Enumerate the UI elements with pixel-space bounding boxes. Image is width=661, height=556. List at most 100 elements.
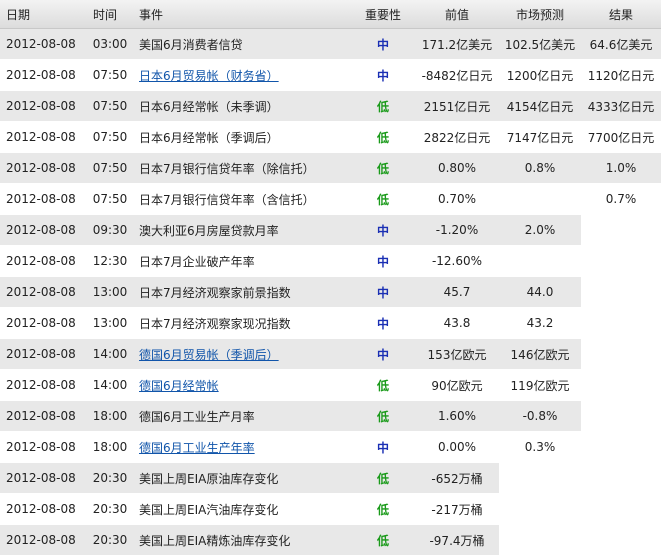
row-time: 07:50: [87, 122, 133, 153]
row-time: 12:30: [87, 246, 133, 277]
row-importance: 中: [351, 339, 415, 370]
economic-calendar: 日期 时间 事件 重要性 前值 市场预测 结果 2012-08-08 03:00 美…: [0, 0, 661, 556]
row-date: 2012-08-08: [0, 277, 87, 308]
event-link[interactable]: 德国6月工业生产年率: [139, 441, 255, 455]
header-date: 日期: [0, 0, 87, 29]
table-row: 2012-08-08 07:50 日本6月贸易帐（财务省） 中 -8482亿日元 1200…: [0, 60, 661, 91]
importance-badge: 低: [376, 502, 389, 517]
row-forecast: [499, 463, 581, 494]
row-event: 美国上周EIA汽油库存变化: [133, 494, 351, 525]
event-label: 日本7月经济观察家现况指数: [139, 316, 291, 331]
header-event: 事件: [133, 0, 351, 29]
event-label: 日本6月经常帐（季调后）: [139, 130, 279, 145]
row-time: 13:00: [87, 308, 133, 339]
row-date: 2012-08-08: [0, 370, 87, 401]
row-previous: 0.70%: [415, 184, 499, 215]
row-importance: 低: [351, 370, 415, 401]
row-time: 07:50: [87, 184, 133, 215]
row-forecast: [499, 494, 581, 525]
event-label: 日本6月经常帐（未季调）: [139, 99, 279, 114]
row-event: 日本7月银行信贷年率（含信托）: [133, 184, 351, 215]
event-link[interactable]: 德国6月贸易帐（季调后）: [139, 348, 279, 362]
table-row: 2012-08-08 14:00 德国6月经常帐 低 90亿欧元 119亿欧元: [0, 370, 661, 401]
row-time: 20:30: [87, 525, 133, 556]
row-event: 日本6月经常帐（未季调）: [133, 91, 351, 122]
row-event: 美国上周EIA原油库存变化: [133, 463, 351, 494]
table-row: 2012-08-08 14:00 德国6月贸易帐（季调后） 中 153亿欧元 146亿欧元: [0, 339, 661, 370]
table-row: 2012-08-08 18:00 德国6月工业生产月率 低 1.60% -0.8%: [0, 401, 661, 432]
row-forecast: 1200亿日元: [499, 60, 581, 91]
row-event: 日本6月经常帐（季调后）: [133, 122, 351, 153]
row-importance: 中: [351, 308, 415, 339]
row-result: 1.0%: [581, 153, 661, 184]
row-date: 2012-08-08: [0, 463, 87, 494]
header-previous: 前值: [415, 0, 499, 29]
row-date: 2012-08-08: [0, 215, 87, 246]
row-previous: -97.4万桶: [415, 525, 499, 556]
row-event: 日本6月贸易帐（财务省）: [133, 60, 351, 91]
row-forecast: 119亿欧元: [499, 370, 581, 401]
table-row: 2012-08-08 07:50 日本6月经常帐（未季调） 低 2151亿日元 4154亿…: [0, 91, 661, 122]
row-result: 4333亿日元: [581, 91, 661, 122]
row-result: [581, 370, 661, 401]
row-forecast: [499, 525, 581, 556]
row-previous: 1.60%: [415, 401, 499, 432]
row-forecast: [499, 184, 581, 215]
table-row: 2012-08-08 09:30 澳大利亚6月房屋贷款月率 中 -1.20% 2.0%: [0, 215, 661, 246]
row-importance: 低: [351, 401, 415, 432]
importance-badge: 中: [376, 316, 389, 331]
table-row: 2012-08-08 03:00 美国6月消费者信贷 中 171.2亿美元 102.5亿美…: [0, 29, 661, 60]
row-result: [581, 339, 661, 370]
row-time: 18:00: [87, 432, 133, 463]
row-previous: -652万桶: [415, 463, 499, 494]
row-time: 07:50: [87, 60, 133, 91]
row-forecast: 0.3%: [499, 432, 581, 463]
row-forecast: 7147亿日元: [499, 122, 581, 153]
importance-badge: 低: [376, 99, 389, 114]
row-previous: 2822亿日元: [415, 122, 499, 153]
row-date: 2012-08-08: [0, 432, 87, 463]
row-importance: 中: [351, 246, 415, 277]
row-importance: 低: [351, 184, 415, 215]
row-forecast: 43.2: [499, 308, 581, 339]
event-label: 澳大利亚6月房屋贷款月率: [139, 223, 279, 238]
row-date: 2012-08-08: [0, 401, 87, 432]
row-date: 2012-08-08: [0, 60, 87, 91]
row-result: [581, 432, 661, 463]
importance-badge: 中: [376, 68, 389, 83]
event-label: 美国上周EIA原油库存变化: [139, 471, 279, 486]
row-time: 13:00: [87, 277, 133, 308]
row-time: 20:30: [87, 494, 133, 525]
row-time: 20:30: [87, 463, 133, 494]
row-date: 2012-08-08: [0, 494, 87, 525]
row-time: 09:30: [87, 215, 133, 246]
row-date: 2012-08-08: [0, 308, 87, 339]
row-previous: 2151亿日元: [415, 91, 499, 122]
event-link[interactable]: 德国6月经常帐: [139, 379, 219, 393]
row-forecast: 102.5亿美元: [499, 29, 581, 60]
event-label: 美国6月消费者信贷: [139, 37, 243, 52]
importance-badge: 中: [376, 440, 389, 455]
row-result: 0.7%: [581, 184, 661, 215]
table-row: 2012-08-08 13:00 日本7月经济观察家前景指数 中 45.7 44.0: [0, 277, 661, 308]
calendar-table: 日期 时间 事件 重要性 前值 市场预测 结果 2012-08-08 03:00 美…: [0, 0, 661, 556]
event-link[interactable]: 日本6月贸易帐（财务省）: [139, 69, 279, 83]
row-forecast: 4154亿日元: [499, 91, 581, 122]
event-label: 日本7月企业破产年率: [139, 254, 255, 269]
row-date: 2012-08-08: [0, 153, 87, 184]
row-event: 日本7月经济观察家现况指数: [133, 308, 351, 339]
row-importance: 中: [351, 215, 415, 246]
row-time: 07:50: [87, 91, 133, 122]
row-result: [581, 277, 661, 308]
row-previous: 45.7: [415, 277, 499, 308]
event-label: 美国上周EIA汽油库存变化: [139, 502, 279, 517]
row-time: 14:00: [87, 339, 133, 370]
row-forecast: -0.8%: [499, 401, 581, 432]
row-date: 2012-08-08: [0, 246, 87, 277]
row-forecast: 2.0%: [499, 215, 581, 246]
row-previous: -8482亿日元: [415, 60, 499, 91]
importance-badge: 低: [376, 409, 389, 424]
row-importance: 低: [351, 122, 415, 153]
importance-badge: 中: [376, 347, 389, 362]
importance-badge: 低: [376, 130, 389, 145]
